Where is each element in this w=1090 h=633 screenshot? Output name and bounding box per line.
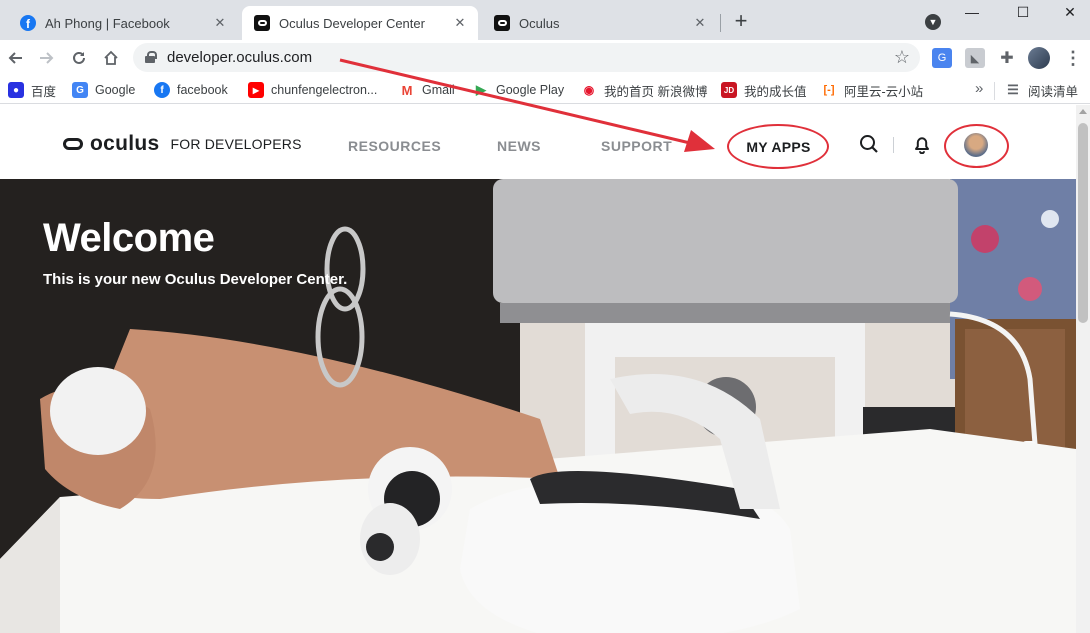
logo-wordmark: oculus [90,132,160,155]
back-icon[interactable] [3,46,27,70]
hero-title: Welcome [43,216,215,260]
tab-oculus[interactable]: Oculus ✕ [482,6,718,40]
bookmark-gmail[interactable]: M Gmail [399,81,455,99]
weibo-icon: ◉ [581,82,597,98]
bookmark-label: Google [95,83,136,97]
baidu-icon: ● [8,82,24,98]
my-apps-button[interactable]: MY APPS [728,125,829,169]
tab-oculus-developer-center[interactable]: Oculus Developer Center ✕ [242,6,478,40]
header-divider [893,137,894,153]
facebook-icon: f [154,82,170,98]
bookmark-label: chunfengelectron... [271,83,378,97]
bookmark-label: Google Play [496,83,565,97]
tab-title: Oculus Developer Center [279,15,425,31]
hero-banner: Welcome This is your new Oculus Develope… [0,179,1076,633]
google-play-icon: ▶ [473,82,489,98]
nav-news[interactable]: NEWS [497,138,541,154]
bookmark-label: 阿里云-云小站 [844,84,924,99]
web-page: oculus FOR DEVELOPERS RESOURCES NEWS SUP… [0,105,1076,633]
oculus-logo-icon [63,138,83,150]
annotation-circle-avatar [944,124,1009,168]
reading-list-icon: ☰ [1005,82,1021,98]
gmail-icon: M [399,82,415,98]
new-tab-button[interactable]: + [730,10,752,32]
forward-icon[interactable] [35,46,59,70]
bookmarks-divider [994,82,995,100]
scroll-up-icon[interactable] [1079,109,1087,114]
bookmark-google-play[interactable]: ▶ Google Play [473,81,564,99]
reading-list-button[interactable]: ☰ 阅读清单 [1005,81,1078,99]
aliyun-icon: [-] [821,82,837,98]
lock-icon[interactable] [145,51,157,63]
tab-title: Ah Phong | Facebook [45,15,170,31]
search-icon[interactable] [858,133,880,155]
bookmark-facebook[interactable]: f facebook [154,81,228,99]
bookmark-label: 我的成长值 [744,84,807,99]
bookmark-label: facebook [177,83,228,97]
bookmark-baidu[interactable]: ● 百度 [8,81,56,99]
hero-subtitle: This is your new Oculus Developer Center… [43,271,348,288]
oculus-icon [254,15,270,31]
tab-facebook[interactable]: f Ah Phong | Facebook ✕ [8,6,238,40]
browser-tab-strip: f Ah Phong | Facebook ✕ Oculus Developer… [0,0,1090,40]
tab-close-icon[interactable]: ✕ [212,15,228,31]
browser-menu-icon[interactable]: ⋮ [1064,48,1082,68]
tab-title: Oculus [519,15,560,31]
bookmark-youtube[interactable]: ▶ chunfengelectron... [248,81,377,99]
jd-icon: JD [721,82,737,98]
extension-icon[interactable]: ◣ [965,48,985,68]
oculus-logo[interactable]: oculus FOR DEVELOPERS [63,132,302,156]
bookmark-label: 百度 [31,84,57,99]
tab-close-icon[interactable]: ✕ [452,15,468,31]
browser-profile-avatar[interactable] [1028,47,1050,69]
browser-toolbar: developer.oculus.com ☆ G ◣ ✚ ⋮ [0,40,1090,76]
facebook-icon: f [20,15,36,31]
google-translate-icon: G [72,82,88,98]
reload-icon[interactable] [67,46,91,70]
bookmark-label: Gmail [422,83,455,97]
tab-divider [720,14,721,32]
tab-search-icon[interactable]: ▼ [925,14,941,30]
address-bar[interactable]: developer.oculus.com ☆ [133,43,920,72]
url-text: developer.oculus.com [167,49,313,66]
close-window-button[interactable]: ✕ [1060,4,1080,20]
page-scrollbar[interactable] [1076,105,1090,633]
youtube-icon: ▶ [248,82,264,98]
bookmark-jd[interactable]: JD 我的成长值 [721,81,807,99]
bookmarks-bar: ● 百度 G Google f facebook ▶ chunfengelect… [0,76,1090,104]
scrollbar-thumb[interactable] [1078,123,1088,323]
google-translate-extension-icon[interactable]: G [932,48,952,68]
minimize-button[interactable]: — [962,4,982,20]
oculus-icon [494,15,510,31]
logo-subtitle: FOR DEVELOPERS [170,136,302,152]
bookmark-star-icon[interactable]: ☆ [894,47,910,68]
bookmarks-overflow-icon[interactable]: » [975,80,983,97]
bookmark-google[interactable]: G Google [72,81,135,99]
reading-list-label: 阅读清单 [1028,84,1079,99]
site-header: oculus FOR DEVELOPERS RESOURCES NEWS SUP… [0,105,1076,179]
puzzle-extensions-icon[interactable]: ✚ [997,48,1017,68]
nav-resources[interactable]: RESOURCES [348,138,441,154]
bookmark-aliyun[interactable]: [-] 阿里云-云小站 [821,81,923,99]
nav-support[interactable]: SUPPORT [601,138,672,154]
maximize-button[interactable]: ☐ [1013,4,1033,20]
tab-close-icon[interactable]: ✕ [692,15,708,31]
home-icon[interactable] [99,46,123,70]
notifications-bell-icon[interactable] [911,133,933,155]
bookmark-label: 我的首页 新浪微博 [604,84,708,99]
bookmark-weibo[interactable]: ◉ 我的首页 新浪微博 [581,81,707,99]
